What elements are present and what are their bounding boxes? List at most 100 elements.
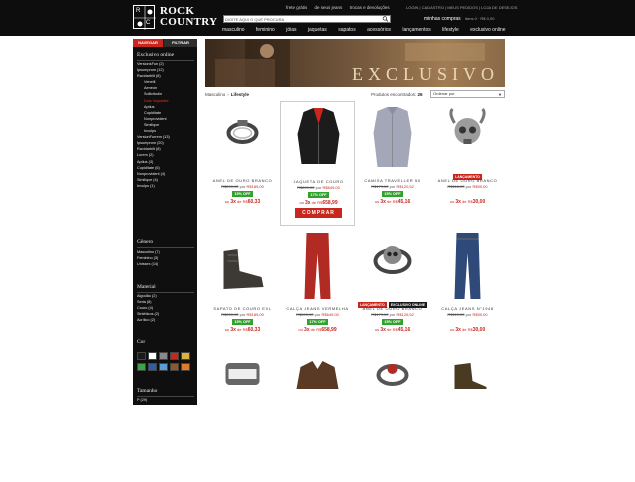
color-swatch[interactable]	[148, 352, 157, 360]
gender-item[interactable]: Unissex (14)	[137, 261, 160, 267]
category-item[interactable]: Invulps (1)	[137, 183, 170, 189]
color-swatch[interactable]	[137, 363, 146, 371]
product-name[interactable]: JAQUETA DE COURO	[281, 179, 356, 184]
product-card[interactable]	[280, 357, 355, 482]
product-name[interactable]: CAMISA TRAVELLER 50	[355, 178, 430, 183]
install-prefix: ou	[449, 327, 455, 332]
breadcrumb-home[interactable]: Masculino	[205, 92, 225, 97]
color-swatch[interactable]	[181, 352, 190, 360]
product-card[interactable]	[355, 357, 430, 482]
old-price: R$890,00	[296, 312, 314, 317]
product-image[interactable]	[290, 231, 345, 301]
sort-dropdown[interactable]: Ordenar por ▼	[430, 90, 505, 98]
product-card[interactable]	[430, 357, 505, 482]
nav-item-masculino[interactable]: masculino	[222, 27, 245, 33]
product-image[interactable]	[215, 231, 270, 301]
nav-item-feminino[interactable]: feminino	[256, 27, 275, 33]
install-count: 3x	[303, 327, 310, 333]
discount-badge: 17% OFF	[308, 192, 329, 198]
nav-item-sapatos[interactable]: sapatos	[338, 27, 356, 33]
size-item[interactable]: P (29)	[137, 397, 147, 403]
nav-item-jaquetas[interactable]: jaquetas	[308, 27, 327, 33]
top-link-jeans[interactable]: de seus jeans	[315, 5, 343, 10]
product-name[interactable]: CALÇA JEANS N°1948	[430, 306, 505, 311]
product-card[interactable]: LANÇAMENTO ANEL DE OURO BRANCO R$118,00 po…	[430, 101, 505, 226]
product-card[interactable]: CALÇA JEANS VERMELHA R$890,00 por R$649,0…	[280, 229, 355, 354]
product-card[interactable]	[205, 357, 280, 482]
product-image[interactable]	[215, 103, 270, 173]
install-value: 658,99	[322, 200, 338, 206]
nav-item-lifestyle[interactable]: lifestyle	[442, 27, 459, 33]
old-price: R$179,00	[371, 184, 389, 189]
discount-badge: 15% OFF	[232, 319, 253, 325]
product-image[interactable]	[290, 359, 345, 429]
product-name[interactable]: CALÇA JEANS VERMELHA	[280, 306, 355, 311]
old-price: R$118,00	[447, 184, 465, 189]
search-input[interactable]	[225, 16, 380, 22]
price-por: por	[239, 184, 246, 189]
product-name[interactable]: ANEL DE OURO BRANCO	[355, 306, 430, 311]
color-swatch[interactable]	[170, 363, 179, 371]
product-card[interactable]: SAPATO DE COURO EXL R$250,00 por R$189,00…	[205, 229, 280, 354]
account-links[interactable]: LOGIN | CADASTRO | MEUS PEDIDOS | LOJA D…	[406, 5, 517, 10]
product-image[interactable]	[365, 359, 420, 429]
cart[interactable]: minhas compras itens 0 · R$ 0,00	[424, 16, 494, 22]
logo[interactable]: R C ROCK COUNTRY	[133, 5, 217, 31]
results-number: 26	[417, 92, 423, 97]
product-name[interactable]: ANEL DE OURO BRANCO	[430, 178, 505, 183]
nav-item-joias[interactable]: jóias	[286, 27, 296, 33]
product-card[interactable]: CALÇA JEANS N°1948 R$110,00 por R$90,00 ou…	[430, 229, 505, 354]
product-card[interactable]: ANEL DE OURO BRANCO R$200,00 por R$189,00…	[205, 101, 280, 226]
cart-total: itens 0 · R$ 0,00	[465, 16, 495, 21]
new-price: R$189,00	[246, 184, 264, 189]
product-card[interactable]: CAMISA TRAVELLER 50 R$179,00 por R$120,52…	[355, 101, 430, 226]
cart-label: minhas compras	[424, 16, 461, 22]
install-prefix: ou	[374, 199, 380, 204]
price-por: por	[465, 312, 472, 317]
color-swatch[interactable]	[159, 363, 168, 371]
product-image[interactable]	[215, 359, 270, 429]
color-swatch[interactable]	[181, 363, 190, 371]
top-link-trocas[interactable]: trocas e devoluções	[350, 5, 390, 10]
product-image[interactable]	[440, 359, 495, 429]
nav-item-acessorios[interactable]: acessórios	[367, 27, 391, 33]
product-image[interactable]	[365, 103, 420, 173]
price-por: por	[389, 184, 396, 189]
material-item[interactable]: Acrílico (2)	[137, 317, 159, 323]
new-price: R$649,00	[321, 312, 339, 317]
product-name[interactable]: SAPATO DE COURO EXL	[205, 306, 280, 311]
install-de: de R$	[237, 327, 248, 332]
install-prefix: ou	[449, 199, 455, 204]
product-image[interactable]	[440, 103, 495, 173]
product-name[interactable]: ANEL DE OURO BRANCO	[205, 178, 280, 183]
tab-navegar[interactable]: NAVEGAR	[133, 39, 163, 47]
color-swatch[interactable]	[137, 352, 146, 360]
product-image[interactable]	[440, 231, 495, 301]
banner[interactable]: EXCLUSIVO	[205, 39, 505, 87]
tab-filtrar[interactable]: FILTRAR	[164, 39, 197, 47]
color-swatch[interactable]	[148, 363, 157, 371]
top-link-frete[interactable]: frete grátis	[286, 5, 307, 10]
product-card[interactable]: LANÇAMENTO EXCLUSIVO ONLINE ANEL DE OURO B…	[355, 229, 430, 354]
discount-badge: 15% OFF	[382, 319, 403, 325]
product-image[interactable]	[365, 231, 420, 301]
installments: ou 3x de R$45,16	[355, 327, 430, 333]
search-icon[interactable]	[382, 16, 389, 22]
old-price: R$179,00	[371, 312, 389, 317]
color-swatch[interactable]	[159, 352, 168, 360]
nav-item-exclusivo-online[interactable]: exclusivo online	[470, 27, 505, 33]
gender-list: Masculino (7) Feminino (3) Unissex (14)	[137, 249, 160, 267]
installments: ou 3x de R$658,99	[281, 200, 356, 206]
old-price: R$110,00	[447, 312, 465, 317]
nav-item-lancamentos[interactable]: lançamentos	[402, 27, 430, 33]
color-swatch[interactable]	[170, 352, 179, 360]
buy-button[interactable]: COMPRAR	[295, 208, 342, 218]
install-prefix: ou	[299, 200, 304, 205]
product-image[interactable]	[291, 104, 346, 174]
category-item[interactable]: Nonprovident (4)	[137, 171, 170, 177]
new-price: R$90,00	[472, 312, 488, 317]
product-card[interactable]: JAQUETA DE COURO R$899,00 por R$649,00 17%…	[280, 101, 355, 226]
install-prefix: ou	[224, 199, 230, 204]
install-de: de R$	[387, 199, 398, 204]
install-value: 60,33	[247, 327, 261, 333]
